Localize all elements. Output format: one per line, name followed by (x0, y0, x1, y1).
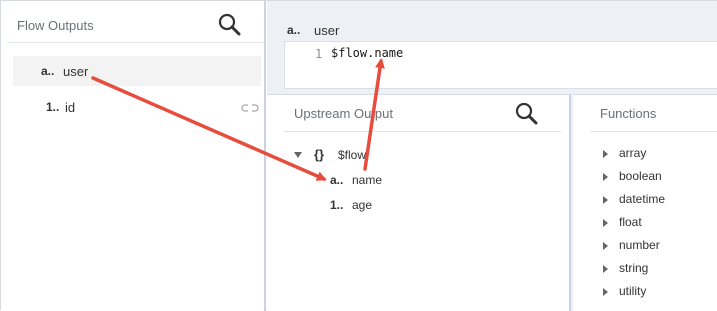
tree-node-label: $flow (338, 148, 367, 162)
flow-output-item-user[interactable]: a.. user (13, 56, 261, 86)
number-type-icon: 1.. (46, 100, 60, 114)
editor-field-name: user (314, 23, 340, 38)
tree-node-label: name (352, 173, 383, 187)
function-group-array[interactable]: array (603, 146, 713, 169)
function-group-label: string (619, 261, 649, 275)
chevron-right-icon (603, 219, 608, 227)
search-icon[interactable] (514, 101, 540, 127)
mapper-window: Flow Outputs a.. user 1.. id a.. user 1 … (0, 0, 717, 311)
divider (284, 131, 561, 132)
flow-output-label: user (63, 64, 89, 79)
chevron-right-icon (603, 288, 608, 296)
function-group-string[interactable]: string (603, 261, 713, 284)
mapping-area: a.. user 1 $flow.name Upstream Output {}… (267, 1, 717, 311)
object-type-icon: {} (314, 147, 325, 162)
functions-list: array boolean datetime float number stri… (603, 146, 713, 307)
function-group-label: float (619, 215, 642, 229)
divider (590, 131, 717, 132)
upstream-output-title: Upstream Output (294, 106, 393, 121)
search-icon[interactable] (217, 12, 243, 38)
line-number: 1 (315, 47, 323, 61)
function-group-datetime[interactable]: datetime (603, 192, 713, 215)
chevron-right-icon (603, 196, 608, 204)
chevron-right-icon (603, 150, 608, 158)
chevron-right-icon (603, 242, 608, 250)
function-group-label: datetime (619, 192, 666, 206)
tree-node-label: age (352, 198, 373, 212)
string-type-icon: a.. (41, 64, 55, 78)
expression-text[interactable]: $flow.name (331, 46, 403, 60)
flow-outputs-title: Flow Outputs (17, 18, 94, 33)
chevron-right-icon (603, 173, 608, 181)
flow-output-label: id (65, 100, 76, 115)
flow-outputs-panel: Flow Outputs a.. user 1.. id (1, 1, 266, 311)
flow-output-item-id[interactable]: 1.. id (13, 92, 261, 122)
function-group-boolean[interactable]: boolean (603, 169, 713, 192)
function-group-label: number (619, 238, 660, 252)
function-group-number[interactable]: number (603, 238, 713, 261)
functions-title: Functions (600, 106, 657, 121)
string-type-icon: a.. (287, 23, 301, 37)
upstream-output-panel: Upstream Output {} $flow a.. name 1.. ag… (267, 94, 571, 311)
number-type-icon: 1.. (330, 198, 344, 212)
function-group-label: boolean (619, 169, 662, 183)
function-group-float[interactable]: float (603, 215, 713, 238)
chevron-right-icon (603, 265, 608, 273)
chevron-down-icon[interactable] (294, 152, 302, 158)
function-group-label: utility (619, 284, 647, 298)
function-group-utility[interactable]: utility (603, 284, 713, 307)
expression-editor[interactable]: 1 $flow.name (284, 41, 717, 89)
flow-outputs-header: Flow Outputs (7, 7, 263, 43)
link-icon[interactable] (241, 101, 259, 113)
functions-panel: Functions array boolean datetime float n… (573, 94, 717, 311)
function-group-label: array (619, 146, 647, 160)
string-type-icon: a.. (330, 173, 344, 187)
